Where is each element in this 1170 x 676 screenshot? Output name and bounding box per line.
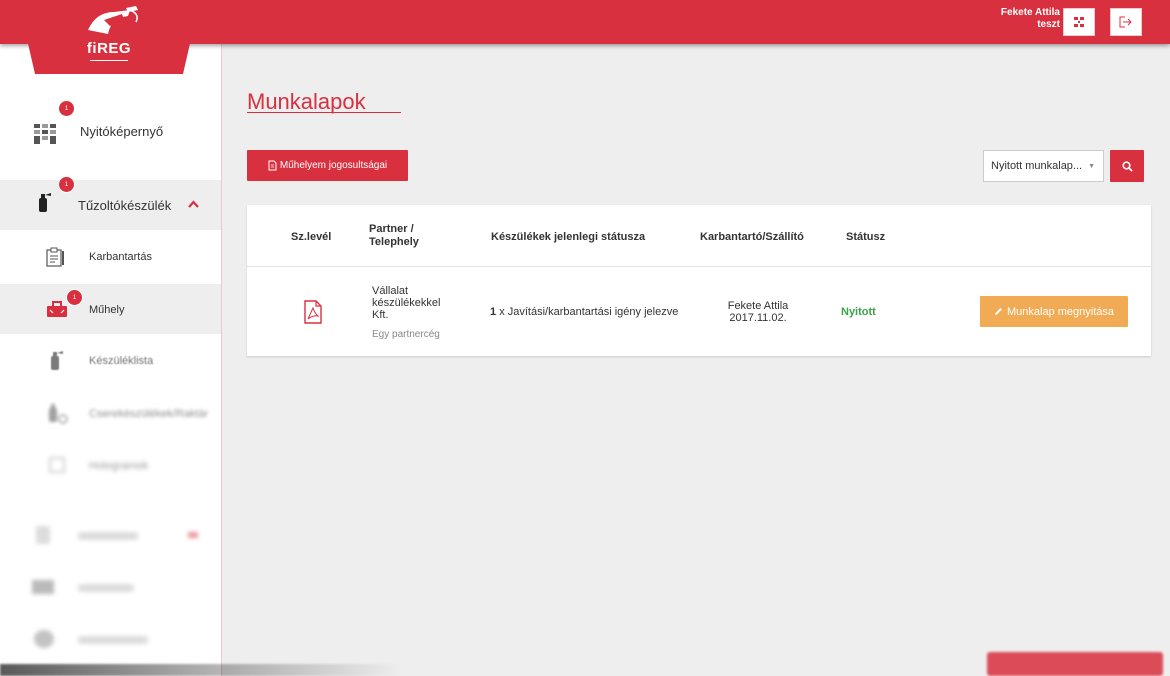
document-icon bbox=[36, 526, 50, 544]
pencil-icon bbox=[994, 308, 1002, 315]
title-underline bbox=[247, 112, 401, 113]
clipboard-icon bbox=[45, 247, 65, 267]
sidebar-item-extinguisher[interactable]: 1 Tűzoltókészülék bbox=[0, 176, 221, 230]
workshop-permissions-button[interactable]: Műhelyem jogosultságai bbox=[247, 150, 408, 181]
workshop-badge: 1 bbox=[66, 289, 83, 306]
blurred-label bbox=[78, 636, 148, 644]
partner-name: Vállalat készülékekkel Kft. bbox=[372, 285, 440, 321]
chevron-up-icon bbox=[188, 200, 199, 208]
home-badge: 1 bbox=[58, 100, 75, 117]
sidebar-item-maintenance[interactable]: Karbantartás bbox=[0, 232, 221, 282]
permissions-button-label: Műhelyem jogosultságai bbox=[279, 160, 388, 171]
status-filter-select[interactable]: Nyitott munkalap... ▼ bbox=[983, 150, 1104, 182]
extinguisher-icon bbox=[36, 192, 52, 212]
sidebar-item-label: Nyitóképernyő bbox=[80, 124, 164, 139]
open-worksheet-label: Munkalap megnyitása bbox=[1006, 305, 1114, 318]
open-worksheet-button[interactable]: Munkalap megnyitása bbox=[980, 296, 1128, 327]
sidebar-item-blurred-1[interactable] bbox=[0, 514, 221, 558]
logout-icon bbox=[1119, 16, 1132, 28]
device-count: 1 bbox=[490, 306, 497, 318]
search-button[interactable] bbox=[1110, 150, 1144, 182]
site-name: Egy partnercég bbox=[372, 329, 440, 340]
sidebar-item-workshop[interactable]: 1 Műhely bbox=[0, 284, 221, 334]
sidebar-item-label: Karbantartás bbox=[89, 251, 152, 263]
browser-status-bar bbox=[0, 664, 400, 676]
extinguisher-badge: 1 bbox=[58, 176, 75, 193]
sidebar-item-blurred-2[interactable] bbox=[0, 566, 221, 610]
sidebar-item-label: Tűzoltókészülék bbox=[78, 198, 172, 213]
device-status-text: x Javítási/karbantartási igény jelezve bbox=[499, 306, 679, 318]
col-status: Státusz bbox=[846, 231, 886, 243]
maintainer-date: 2017.11.02. bbox=[729, 312, 787, 324]
user-info[interactable]: Fekete Attila teszt bbox=[1001, 7, 1060, 31]
col-partner-line2: Telephely bbox=[369, 236, 419, 248]
col-maintainer: Karbantartó/Szállító bbox=[700, 231, 804, 243]
partner-line1: Vállalat bbox=[372, 285, 409, 297]
sidebar-item-holograms[interactable]: Hologramok bbox=[0, 440, 221, 490]
sitemap-button[interactable] bbox=[1063, 8, 1095, 36]
logo-tab bbox=[18, 0, 200, 74]
status-badge: Nyitott bbox=[841, 306, 876, 318]
users-icon bbox=[32, 580, 54, 594]
square-icon bbox=[49, 457, 65, 473]
col-partner-line1: Partner / bbox=[369, 223, 414, 235]
col-sz-level: Sz.levél bbox=[291, 231, 332, 243]
settings-icon bbox=[34, 630, 54, 648]
col-partner: Partner / Telephely bbox=[369, 223, 419, 249]
sitemap-icon bbox=[1074, 17, 1084, 27]
logo-underline bbox=[90, 60, 128, 61]
logo-text: fiREG bbox=[86, 40, 132, 57]
swap-icon bbox=[46, 402, 68, 424]
toolbox-icon bbox=[47, 301, 67, 317]
sidebar-item-blurred-3[interactable] bbox=[0, 618, 221, 662]
status-filter-value: Nyitott munkalap... bbox=[991, 160, 1083, 172]
sidebar-item-label: Hologramok bbox=[89, 460, 149, 472]
sidebar-item-home[interactable]: 1 Nyitóképernyő bbox=[0, 100, 221, 166]
col-device-status: Készülékek jelenlegi státusza bbox=[491, 231, 646, 243]
maintainer-cell: Fekete Attila 2017.11.02. bbox=[699, 300, 817, 324]
partner-line3: Kft. bbox=[372, 309, 389, 321]
table-header: Sz.levél Partner / Telephely Készülékek … bbox=[247, 205, 1151, 267]
pdf-icon[interactable] bbox=[303, 300, 323, 329]
sidebar-item-replacement[interactable]: Cserekészülékek/Raktár bbox=[0, 388, 221, 438]
user-sub: teszt bbox=[1037, 19, 1060, 30]
caret-down-icon: ▼ bbox=[1088, 163, 1095, 170]
sidebar-item-label: Cserekészülékek/Raktár bbox=[89, 408, 209, 420]
blurred-label bbox=[78, 584, 134, 592]
toast-notification[interactable] bbox=[987, 652, 1163, 676]
blurred-label bbox=[78, 532, 138, 540]
extinguisher-icon bbox=[48, 350, 64, 370]
partner-line2: készülékekkel bbox=[372, 297, 441, 309]
device-status-cell: 1 x Javítási/karbantartási igény jelezve bbox=[490, 306, 678, 318]
worksheets-table: Sz.levél Partner / Telephely Készülékek … bbox=[247, 205, 1151, 356]
logout-button[interactable] bbox=[1110, 8, 1142, 36]
document-icon bbox=[268, 160, 277, 171]
user-name: Fekete Attila bbox=[1000, 7, 1060, 18]
search-icon bbox=[1121, 160, 1133, 172]
sidebar: 1 Nyitóképernyő 1 Tűzoltókészülék Karban… bbox=[0, 44, 222, 676]
maintainer-name: Fekete Attila bbox=[727, 300, 789, 312]
sidebar-item-label: Műhely bbox=[89, 304, 125, 316]
sidebar-item-label: Készüléklista bbox=[89, 355, 154, 367]
sidebar-item-device-list[interactable]: Készüléklista bbox=[0, 336, 221, 386]
chevron-down-icon bbox=[188, 532, 198, 538]
logo[interactable]: fiREG bbox=[18, 0, 200, 74]
grid-icon bbox=[34, 124, 56, 144]
